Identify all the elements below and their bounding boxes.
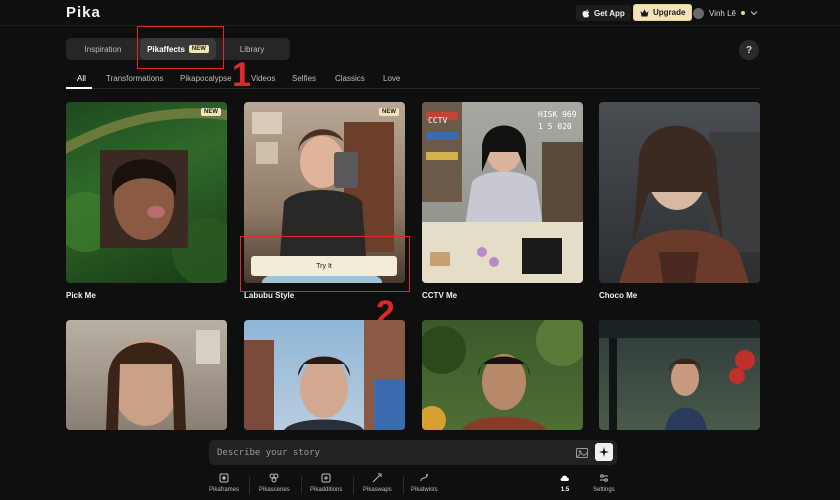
- prompt-bar: [209, 440, 617, 465]
- card-title[interactable]: Pick Me: [66, 291, 96, 300]
- effect-card-pick-me[interactable]: NEW: [66, 102, 227, 283]
- active-filter-underline: [66, 87, 92, 89]
- swaps-icon: [372, 473, 382, 483]
- notification-dot: [741, 11, 745, 15]
- annotation-box-1: [137, 26, 224, 69]
- nav-label: Pikadditions: [310, 487, 343, 493]
- avatar: [693, 7, 704, 19]
- get-app-button[interactable]: Get App: [576, 5, 631, 21]
- pika-logo[interactable]: Pika: [66, 4, 101, 21]
- tab-label: Library: [239, 44, 265, 54]
- tab-inspiration[interactable]: Inspiration: [66, 38, 140, 60]
- settings-icon: [599, 474, 608, 482]
- nav-settings[interactable]: Settings: [593, 472, 615, 493]
- cloud-icon: [560, 475, 569, 481]
- effect-card-row2-1[interactable]: [66, 320, 227, 430]
- nav-label: Pikaframes: [209, 487, 240, 493]
- new-badge: NEW: [201, 108, 221, 116]
- card-thumbnail: [66, 108, 227, 283]
- upgrade-label: Upgrade: [653, 8, 686, 17]
- category-filters: All Transformations Pikapocalypse Videos…: [66, 72, 760, 89]
- scenes-icon: [269, 473, 279, 483]
- nav-pikadditions[interactable]: Pikadditions: [310, 472, 342, 493]
- card-thumbnail: [244, 320, 405, 430]
- model-version-label: 1.5: [560, 487, 570, 493]
- divider: [301, 476, 302, 494]
- twists-icon: [420, 474, 429, 482]
- card-title[interactable]: Choco Me: [599, 291, 637, 300]
- crown-icon: [640, 9, 649, 16]
- sparkle-icon: [599, 447, 609, 457]
- effect-card-cctv-me[interactable]: CCTV HISK 969 1 5 020: [422, 102, 583, 283]
- filter-transformations[interactable]: Transformations: [106, 74, 164, 83]
- bottom-toolbar: Pikaframes Pikascenes Pikadditions Pikas…: [0, 470, 840, 500]
- cctv-overlay-text: HISK 969: [538, 110, 577, 119]
- tab-library[interactable]: Library: [216, 38, 288, 60]
- card-title[interactable]: Labubu Style: [244, 291, 294, 300]
- card-thumbnail: [422, 320, 583, 430]
- filter-selfies[interactable]: Selfies: [292, 74, 316, 83]
- model-version-selector[interactable]: 1.5: [559, 472, 571, 493]
- divider: [249, 476, 250, 494]
- divider: [403, 476, 404, 494]
- annotation-box-2: [240, 236, 410, 292]
- upgrade-button[interactable]: Upgrade: [633, 4, 693, 21]
- filter-love[interactable]: Love: [383, 74, 400, 83]
- card-thumbnail: [599, 320, 760, 430]
- additions-icon: [321, 473, 331, 483]
- apple-icon: [582, 9, 590, 17]
- generate-button[interactable]: [595, 443, 613, 461]
- help-button[interactable]: ?: [739, 40, 759, 60]
- card-thumbnail: [106, 330, 220, 430]
- nav-pikaswaps[interactable]: Pikaswaps: [363, 472, 392, 493]
- filter-classics[interactable]: Classics: [335, 74, 365, 83]
- filter-videos[interactable]: Videos: [251, 74, 275, 83]
- effect-card-row2-2[interactable]: [244, 320, 405, 430]
- image-upload-icon[interactable]: [575, 446, 589, 460]
- new-badge: NEW: [379, 108, 399, 116]
- nav-pikatwists[interactable]: Pikatwists: [411, 472, 438, 493]
- top-bar: Pika Get App Upgrade Vinh Lê: [0, 0, 840, 26]
- divider: [353, 476, 354, 494]
- nav-label: Pikascenes: [259, 487, 290, 493]
- effect-card-row2-3[interactable]: [422, 320, 583, 430]
- tab-label: Inspiration: [84, 44, 122, 54]
- nav-pikaframes[interactable]: Pikaframes: [209, 472, 239, 493]
- effect-card-choco-me[interactable]: [599, 102, 760, 283]
- nav-label: Settings: [593, 487, 615, 493]
- effect-card-row2-4[interactable]: [599, 320, 760, 430]
- prompt-input[interactable]: [217, 446, 517, 460]
- card-thumbnail: [619, 125, 760, 283]
- cctv-overlay-text-2: 1 5 020: [538, 122, 572, 131]
- user-name: Vinh Lê: [709, 8, 736, 18]
- nav-label: Pikatwists: [411, 487, 438, 493]
- filter-all[interactable]: All: [77, 74, 86, 83]
- cctv-label: CCTV: [428, 116, 448, 125]
- filter-pikapocalypse[interactable]: Pikapocalypse: [180, 74, 232, 83]
- chevron-down-icon: [750, 11, 758, 16]
- get-app-label: Get App: [594, 8, 625, 18]
- user-menu[interactable]: Vinh Lê: [693, 5, 758, 21]
- nav-pikascenes[interactable]: Pikascenes: [259, 472, 290, 493]
- frames-icon: [219, 473, 229, 483]
- card-title[interactable]: CCTV Me: [422, 291, 457, 300]
- nav-label: Pikaswaps: [363, 487, 392, 493]
